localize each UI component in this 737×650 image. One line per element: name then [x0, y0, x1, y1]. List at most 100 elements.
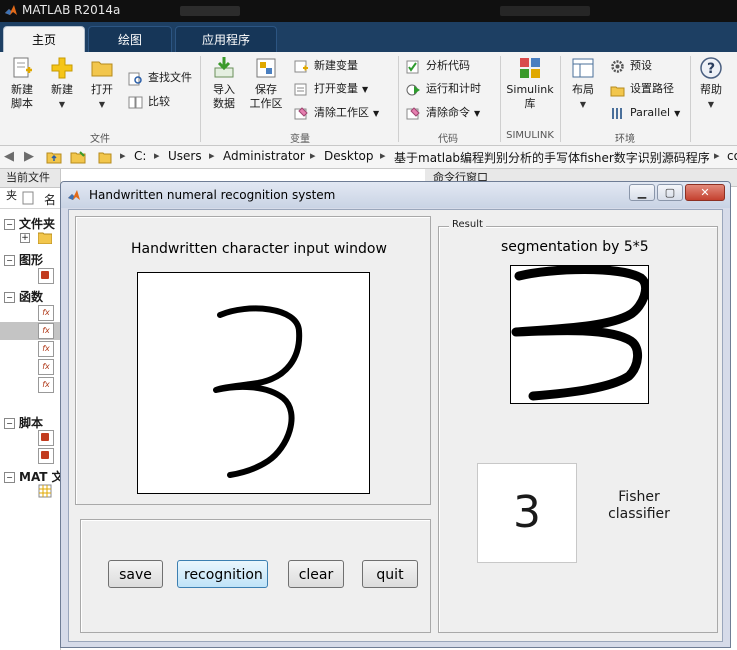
collapse-icon: − [4, 292, 15, 303]
open-variable-label: 打开变量 [314, 82, 358, 95]
folders-section[interactable]: − 文件夹 [4, 215, 55, 232]
crumb-separator: ▸ [310, 149, 316, 162]
quit-button[interactable]: quit [362, 560, 418, 588]
tab-plots[interactable]: 绘图 [88, 26, 172, 52]
script-file-icon[interactable] [38, 430, 54, 446]
set-path-icon [610, 86, 625, 97]
crumb-desktop[interactable]: Desktop [324, 149, 374, 163]
collapse-icon: − [4, 472, 15, 483]
svg-text:?: ? [707, 61, 715, 77]
layout-button[interactable]: 布局 ▼ [565, 56, 601, 112]
function-file-icon[interactable]: fx [38, 359, 54, 375]
clear-button[interactable]: clear [288, 560, 344, 588]
mat-file-icon[interactable] [38, 484, 52, 498]
figure-client-area: Handwritten character input window save … [68, 209, 723, 642]
simulink-library-label: Simulink 库 [506, 83, 554, 110]
crumb-administrator[interactable]: Administrator [223, 149, 305, 163]
collapse-icon: − [4, 418, 15, 429]
find-files-button[interactable]: 查找文件 [128, 69, 192, 87]
ribbon: 新建 脚本 新建 ▼ 打开 ▼ 查找文件 比较 文件 导入 数据 保存 工作区 … [0, 52, 737, 146]
up-folder-icon[interactable] [46, 149, 62, 165]
back-arrow-icon[interactable]: ◀ [4, 149, 14, 164]
clear-workspace-label: 清除工作区 [314, 106, 369, 119]
scripts-section-label: 脚本 [19, 416, 44, 430]
new-label: 新建 [51, 83, 73, 96]
open-variable-icon [294, 83, 307, 96]
forward-arrow-icon[interactable]: ▶ [24, 149, 34, 164]
mat-files-section[interactable]: − MAT 文 [4, 468, 60, 485]
import-data-button[interactable]: 导入 数据 [205, 56, 243, 111]
tab-apps[interactable]: 应用程序 [175, 26, 277, 52]
functions-section-label: 函数 [19, 290, 44, 304]
browse-folder-icon[interactable] [70, 149, 86, 165]
save-button[interactable]: save [108, 560, 163, 588]
simulink-section-label: SIMULINK [506, 130, 554, 141]
collapse-icon: − [4, 255, 15, 266]
new-script-button[interactable]: 新建 脚本 [4, 56, 40, 111]
maximize-icon[interactable]: ▢ [657, 184, 683, 201]
minimize-icon[interactable]: ▁ [629, 184, 655, 201]
ribbon-separator [200, 56, 201, 142]
file-type-header-icon [22, 191, 34, 205]
open-variable-button[interactable]: 打开变量 ▼ [294, 80, 368, 98]
environment-section-label: 环境 [615, 134, 635, 145]
clear-commands-dropdown-icon: ▼ [474, 109, 481, 118]
code-section-label: 代码 [438, 134, 458, 145]
save-workspace-label: 保存 工作区 [249, 83, 283, 110]
matlab-logo-icon [5, 5, 17, 15]
ribbon-separator [690, 56, 691, 142]
fig-file-icon[interactable] [38, 268, 54, 284]
name-column-header[interactable]: 名 [44, 191, 56, 208]
run-and-time-button[interactable]: 运行和计时 [406, 80, 481, 98]
crumb-separator: ▸ [209, 149, 215, 162]
segmentation-title: segmentation by 5*5 [501, 239, 649, 255]
new-button[interactable]: 新建 ▼ [44, 56, 80, 112]
open-folder-icon [91, 61, 113, 77]
functions-section[interactable]: − 函数 [4, 288, 43, 305]
open-dropdown-arrow-icon: ▼ [98, 100, 106, 109]
set-path-label: 设置路径 [630, 82, 674, 95]
analyze-code-button[interactable]: 分析代码 [406, 57, 470, 75]
set-path-button[interactable]: 设置路径 [610, 80, 674, 98]
function-file-icon[interactable]: fx [38, 323, 54, 339]
tab-home[interactable]: 主页 [3, 26, 85, 52]
figure-title-bar[interactable]: Handwritten numeral recognition system ▁… [61, 182, 730, 208]
clear-workspace-icon [294, 107, 308, 120]
parallel-button[interactable]: Parallel ▼ [610, 104, 680, 122]
open-button[interactable]: 打开 ▼ [84, 56, 120, 112]
folder-icon [38, 232, 52, 244]
new-dropdown-arrow-icon: ▼ [58, 100, 66, 109]
simulink-library-icon [520, 58, 540, 78]
app-title: MATLAB R2014a [22, 3, 121, 17]
result-group-box: Result segmentation by 5*5 3 Fisher clas… [438, 219, 718, 633]
help-button[interactable]: ? 帮助 ▼ [695, 56, 727, 112]
compare-button[interactable]: 比较 [128, 93, 170, 111]
scripts-section[interactable]: − 脚本 [4, 414, 43, 431]
compare-label: 比较 [148, 95, 170, 108]
title-bar: MATLAB R2014a [0, 0, 737, 22]
crumb-drive[interactable]: C: [134, 149, 146, 163]
save-workspace-icon [256, 58, 276, 78]
figures-section-label: 图形 [19, 253, 44, 267]
clear-commands-button[interactable]: 清除命令 ▼ [406, 104, 480, 122]
new-variable-button[interactable]: 新建变量 [294, 57, 358, 75]
script-file-icon[interactable] [38, 448, 54, 464]
crumb-project-folder[interactable]: 基于matlab编程判别分析的手写体fisher数字识别源码程序 [394, 149, 710, 166]
collapse-icon: − [4, 219, 15, 230]
result-digit: 3 [477, 463, 577, 563]
close-icon[interactable]: ✕ [685, 184, 725, 201]
recognition-button[interactable]: recognition [177, 560, 268, 588]
function-file-icon[interactable]: fx [38, 341, 54, 357]
function-file-icon[interactable]: fx [38, 305, 54, 321]
clear-workspace-button[interactable]: 清除工作区 ▼ [294, 104, 379, 122]
controls-panel: save recognition clear quit [80, 519, 431, 633]
crumb-users[interactable]: Users [168, 149, 202, 163]
handwriting-canvas[interactable] [137, 272, 370, 494]
save-workspace-button[interactable]: 保存 工作区 [247, 56, 285, 111]
crumb-subfolder[interactable]: co [727, 149, 737, 163]
function-file-icon[interactable]: fx [38, 377, 54, 393]
figures-section[interactable]: − 图形 [4, 251, 43, 268]
preferences-button[interactable]: 预设 [610, 57, 652, 75]
expand-icon[interactable]: + [20, 233, 30, 243]
simulink-library-button[interactable]: Simulink 库 [504, 56, 556, 111]
